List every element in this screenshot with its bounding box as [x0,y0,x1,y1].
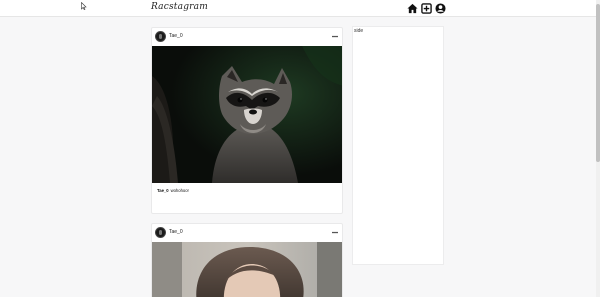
post-card: Tae_0 [151,27,343,214]
post-photo[interactable] [152,46,342,183]
post-header: Tae_0 [152,28,342,46]
more-options-icon[interactable] [332,231,338,234]
avatar[interactable] [155,31,166,42]
top-navigation-bar: Racstagram [0,0,596,17]
post-photo[interactable] [152,242,342,297]
caption-username[interactable]: Tae_0 [157,188,169,193]
scrollbar-thumb[interactable] [596,4,600,162]
post-username[interactable]: Tae_0 [169,229,183,235]
home-icon[interactable] [407,3,418,14]
avatar[interactable] [155,227,166,238]
post-username[interactable]: Tae_0 [169,33,183,39]
caption-text: wohohoo! [170,188,189,193]
page-scrollbar[interactable] [596,0,600,297]
post-caption: Tae_0 wohohoo! [157,188,189,193]
side-panel: side [352,26,444,265]
post-card: Tae_0 [151,223,343,297]
more-options-icon[interactable] [332,35,338,38]
app-logo[interactable]: Racstagram [151,2,208,12]
mouse-cursor-icon [81,2,87,10]
profile-icon[interactable] [435,3,446,14]
add-post-icon[interactable] [421,3,432,14]
post-header: Tae_0 [152,224,342,242]
side-label: side [354,28,364,34]
nav-icons [407,3,446,14]
